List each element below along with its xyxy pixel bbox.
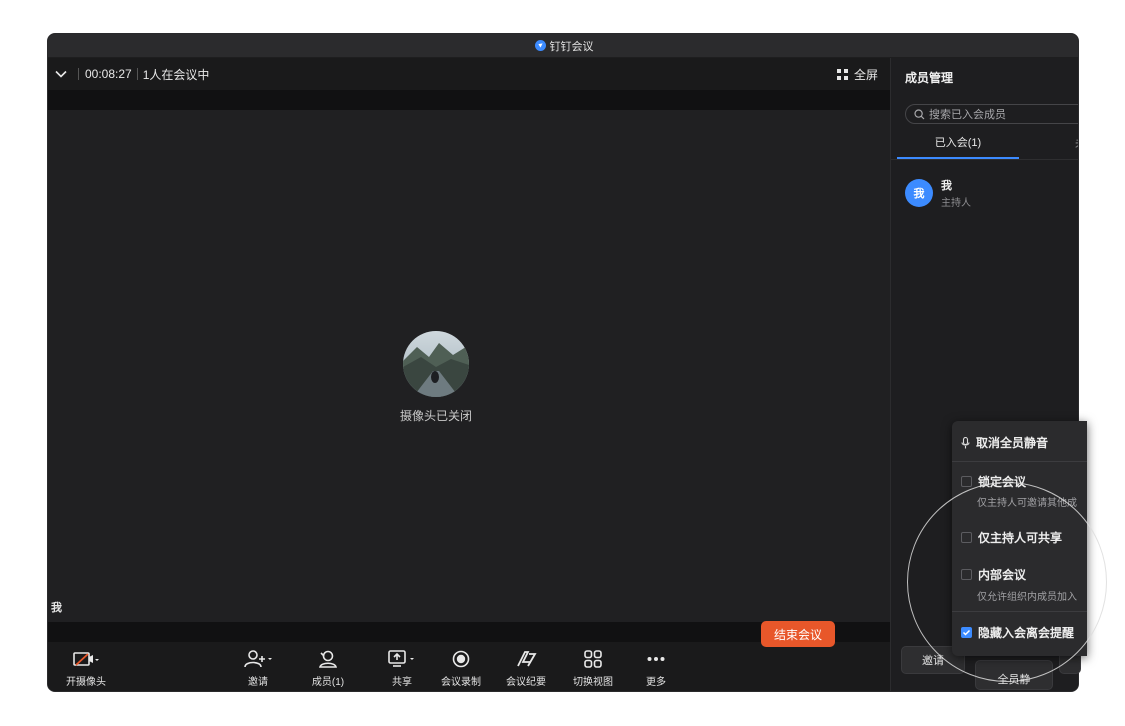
- microphone-icon: [961, 436, 970, 448]
- switch-view-icon-wrap: [584, 648, 602, 670]
- ai-minutes-icon: [517, 650, 537, 666]
- record-icon-wrap: [452, 648, 470, 670]
- divider: [78, 68, 79, 80]
- member-search-input[interactable]: 搜索已入会成员: [905, 104, 1078, 124]
- hide-join-leave-option[interactable]: 隐藏入会离会提醒: [961, 624, 1074, 641]
- fullscreen-label: 全屏: [853, 67, 878, 82]
- fullscreen-button[interactable]: 全屏: [836, 58, 878, 90]
- more-options-menu: 取消全员静音 锁定会议 仅主持人可邀请其他成 仅主持人可共享 内部会议 仅允许组…: [952, 421, 1087, 656]
- tab-not-joined[interactable]: 未入: [1021, 127, 1078, 159]
- minutes-icon-wrap: [515, 648, 537, 670]
- invite-label: 邀请: [248, 676, 268, 688]
- unmute-all-option[interactable]: 取消全员静音: [961, 434, 1048, 451]
- panel-title: 成员管理: [905, 71, 954, 85]
- tabs-divider: [891, 159, 1078, 160]
- internal-meeting-label: 内部会议: [978, 568, 1027, 582]
- switch-view-label: 切换视图: [573, 676, 613, 688]
- camera-toggle-button[interactable]: 开摄像头: [60, 642, 112, 691]
- search-placeholder: 搜索已入会成员: [929, 109, 1006, 121]
- members-button[interactable]: 成员(1): [302, 642, 354, 691]
- invite-button[interactable]: 邀请: [230, 642, 286, 691]
- host-only-share-checkbox[interactable]: [961, 532, 972, 543]
- chevron-down-icon: [55, 70, 67, 78]
- member-row[interactable]: 我 我 主持人: [905, 177, 971, 209]
- share-label: 共享: [392, 676, 412, 688]
- internal-meeting-desc: 仅允许组织内成员加入: [977, 592, 1077, 603]
- camera-off-text: 摄像头已关闭: [399, 409, 472, 423]
- record-icon: [452, 650, 470, 667]
- fullscreen-icon: [836, 68, 848, 80]
- menu-divider: [952, 461, 1087, 462]
- screen-share-icon: [388, 649, 414, 667]
- more-icon-wrap: [647, 648, 665, 670]
- camera-icon-wrap: [73, 648, 99, 670]
- lock-meeting-label: 锁定会议: [978, 475, 1027, 489]
- members-label: 成员(1): [311, 676, 345, 688]
- lock-meeting-option[interactable]: 锁定会议: [961, 473, 1026, 490]
- grid-view-icon: [584, 649, 602, 668]
- host-only-share-label: 仅主持人可共享: [978, 531, 1063, 545]
- add-user-icon: [244, 649, 272, 667]
- bottom-toolbar: 开摄像头 邀请 成员(1) 共享 会议录制 会议纪要 切换视图 更多: [48, 642, 890, 691]
- camera-off-icon: [73, 651, 99, 666]
- search-icon: [914, 108, 925, 119]
- collapse-button[interactable]: [50, 58, 72, 90]
- end-meeting-button[interactable]: 结束会议: [761, 621, 835, 647]
- more-button[interactable]: 更多: [632, 642, 680, 691]
- divider: [136, 68, 138, 80]
- menu-divider: [952, 611, 1087, 612]
- meeting-window: 钉钉会议 00:08:27 1人在会议中 全屏 摄像头已关闭 我 开摄像头 邀请…: [47, 33, 1079, 692]
- lock-meeting-desc: 仅主持人可邀请其他成: [977, 498, 1077, 509]
- switch-view-button[interactable]: 切换视图: [567, 642, 619, 691]
- dingtalk-logo-icon: [534, 40, 546, 51]
- user-avatar: [403, 331, 469, 397]
- minutes-button[interactable]: 会议纪要: [500, 642, 552, 691]
- member-role: 主持人: [941, 198, 971, 209]
- title-bar: 钉钉会议: [48, 34, 1078, 58]
- minutes-label: 会议纪要: [506, 676, 546, 688]
- speaker-name-label: 我: [51, 602, 62, 614]
- lock-meeting-checkbox[interactable]: [961, 476, 972, 487]
- video-stage: 摄像头已关闭 我: [48, 110, 890, 622]
- record-button[interactable]: 会议录制: [435, 642, 487, 691]
- meeting-top-bar: 00:08:27 1人在会议中 全屏: [48, 58, 890, 90]
- meeting-timer: 00:08:27: [85, 67, 132, 81]
- record-label: 会议录制: [441, 676, 481, 688]
- hide-join-leave-checkbox[interactable]: [961, 627, 972, 638]
- members-icon: [319, 650, 337, 668]
- window-title: 钉钉会议: [549, 40, 594, 53]
- members-icon-wrap: [318, 648, 338, 670]
- checkmark-icon: [962, 629, 971, 636]
- internal-meeting-checkbox[interactable]: [961, 569, 972, 580]
- share-icon-wrap: [388, 648, 416, 670]
- member-name: 我: [941, 180, 952, 192]
- title-wrap: 钉钉会议: [534, 38, 594, 54]
- hide-join-leave-label: 隐藏入会离会提醒: [978, 626, 1075, 640]
- member-avatar: 我: [905, 179, 933, 207]
- more-dots-icon: [647, 656, 665, 661]
- participant-count: 1人在会议中: [142, 67, 210, 82]
- internal-meeting-option[interactable]: 内部会议: [961, 566, 1026, 583]
- mute-all-button[interactable]: 全员静: [975, 660, 1053, 690]
- more-label: 更多: [646, 676, 666, 688]
- member-info: 我 主持人: [941, 177, 971, 209]
- camera-label: 开摄像头: [66, 676, 106, 688]
- host-only-share-option[interactable]: 仅主持人可共享: [961, 529, 1062, 546]
- invite-icon-wrap: [243, 648, 273, 670]
- tab-joined[interactable]: 已入会(1): [897, 127, 1019, 159]
- share-button[interactable]: 共享: [376, 642, 428, 691]
- unmute-all-label: 取消全员静音: [976, 436, 1049, 450]
